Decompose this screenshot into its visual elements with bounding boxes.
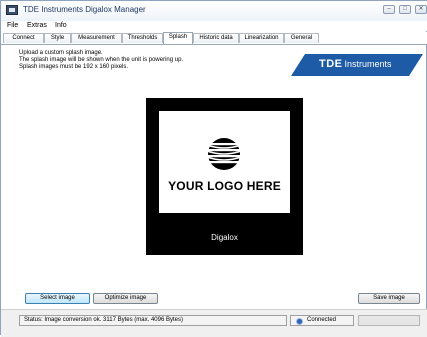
app-icon[interactable]	[6, 5, 18, 15]
tab-general[interactable]: General	[284, 33, 319, 43]
tab-measurement[interactable]: Measurement	[71, 33, 122, 43]
connection-label: Connected	[307, 317, 337, 323]
connection-indicator: Connected	[290, 315, 354, 326]
device-name-label: Digalox	[211, 233, 238, 242]
window-title: TDE Instruments Digalox Manager	[23, 5, 146, 14]
tab-historic-data[interactable]: Historic data	[193, 33, 239, 43]
title-bar[interactable]: TDE Instruments Digalox Manager – □ ✕	[1, 1, 427, 21]
minimize-button[interactable]: –	[383, 5, 395, 14]
brand-logo: TDE Instruments	[291, 54, 423, 76]
optimize-image-button[interactable]: Optimize image	[93, 293, 158, 304]
progress-bar	[358, 315, 420, 326]
connection-radio-icon	[296, 318, 303, 325]
save-image-button[interactable]: Save image	[358, 293, 420, 304]
brand-text: TDE Instruments	[319, 58, 391, 70]
logo-placeholder-text: YOUR LOGO HERE	[168, 179, 281, 193]
menu-file[interactable]: File	[7, 22, 18, 29]
select-image-button[interactable]: Select image	[25, 293, 90, 304]
brand-suffix: Instruments	[344, 59, 392, 69]
description-line-1: Upload a custom splash image.	[19, 50, 103, 56]
menu-bar: File Extras Info	[1, 21, 427, 31]
menu-info[interactable]: Info	[55, 22, 67, 29]
description-line-2: The splash image will be shown when the …	[19, 57, 184, 63]
tab-splash[interactable]: Splash	[163, 32, 193, 44]
globe-logo-icon	[206, 138, 242, 170]
close-icon: ✕	[418, 6, 424, 12]
maximize-button[interactable]: □	[399, 5, 411, 14]
brand-name: TDE	[319, 58, 343, 70]
status-text: Status: Image conversion ok. 3117 Bytes …	[19, 315, 287, 326]
maximize-icon: □	[403, 6, 407, 12]
menu-extras[interactable]: Extras	[27, 22, 47, 29]
tab-connect[interactable]: Connect	[3, 33, 44, 43]
status-bar: Status: Image conversion ok. 3117 Bytes …	[1, 309, 427, 337]
splash-preview: YOUR LOGO HERE Digalox	[146, 98, 303, 255]
tab-thresholds[interactable]: Thresholds	[122, 33, 163, 43]
splash-logo-area: YOUR LOGO HERE	[159, 111, 290, 213]
app-window: TDE Instruments Digalox Manager – □ ✕ Fi…	[0, 0, 427, 337]
minimize-icon: –	[387, 6, 391, 12]
description-line-3: Splash images must be 192 x 160 pixels.	[19, 64, 129, 70]
tab-linearization[interactable]: Linearization	[239, 33, 284, 43]
tab-strip: Connect Style Measurement Thresholds Spl…	[1, 32, 427, 45]
tab-style[interactable]: Style	[44, 33, 71, 43]
close-button[interactable]: ✕	[415, 5, 427, 14]
